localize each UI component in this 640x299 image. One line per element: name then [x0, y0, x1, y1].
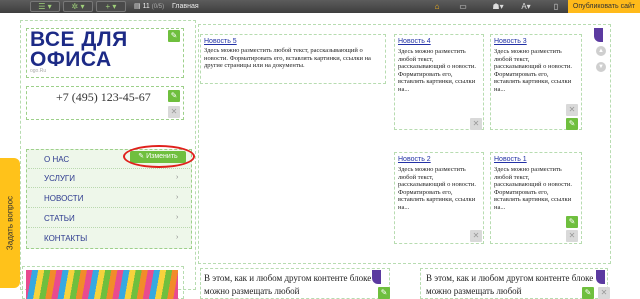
news1-delete-icon[interactable]: ✕: [566, 230, 578, 242]
ask-question-label: Задать вопрос: [5, 195, 15, 251]
news-edit-pencil-icon[interactable]: ✎: [566, 118, 578, 130]
phone-delete-icon[interactable]: ✕: [168, 106, 180, 118]
news-title[interactable]: Новость 2: [398, 156, 431, 163]
page-icon: ▤: [134, 3, 143, 10]
font-icon[interactable]: A▾: [518, 1, 534, 12]
menu-button[interactable]: ☰ ▾: [30, 1, 60, 12]
users-icon[interactable]: ☗▾: [490, 1, 506, 12]
content-edit-pencil-icon[interactable]: ✎: [378, 287, 390, 299]
menu-divider: [28, 187, 190, 188]
logo-line-1: ВСЕ ДЛЯ: [30, 28, 128, 51]
news-title[interactable]: Новость 4: [398, 38, 431, 45]
scroll-down-icon[interactable]: ▼: [596, 62, 606, 72]
news-text: Здесь можно разместить любой текст, расс…: [494, 48, 572, 93]
top-toolbar: ☰ ▾ ✲ ▾ + ▾ ▤ 11 (0/5) Главная ⌂ ▭ ☗▾ A▾…: [0, 0, 640, 13]
menu-divider: [28, 227, 190, 228]
content-delete-icon[interactable]: ✕: [598, 287, 610, 299]
monitor-icon[interactable]: ▭: [455, 1, 471, 12]
scroll-up-icon[interactable]: ▲: [596, 46, 606, 56]
news-title[interactable]: Новость 5: [204, 38, 237, 45]
block-marker: [372, 270, 381, 284]
news-text: Здесь можно разместить любой текст, расс…: [494, 166, 572, 211]
add-button[interactable]: + ▾: [96, 1, 126, 12]
pencils-image: [26, 270, 178, 299]
menu-divider: [28, 207, 190, 208]
page-name[interactable]: Главная: [172, 1, 199, 12]
news-title[interactable]: Новость 1: [494, 156, 527, 163]
menu-item-about[interactable]: О НАС: [44, 155, 69, 164]
logo-edit-pencil-icon[interactable]: ✎: [168, 30, 180, 42]
news-edit-pencil-icon[interactable]: ✎: [566, 216, 578, 228]
site-logo: ВСЕ ДЛЯ ОФИСА: [30, 28, 128, 71]
content-text-right: В этом, как и любом другом контенте блок…: [426, 273, 594, 296]
news-text: Здесь можно разместить любой текст, расс…: [204, 47, 371, 70]
logo-line-2: ОФИСА: [30, 48, 112, 71]
content-edit-pencil-icon[interactable]: ✎: [582, 287, 594, 299]
menu-item-news[interactable]: НОВОСТИ: [44, 194, 83, 203]
menu-item-services[interactable]: УСЛУГИ: [44, 174, 75, 183]
chevron-right-icon: ›: [176, 174, 179, 181]
block-marker: [596, 270, 605, 284]
news-text: Здесь можно разместить любой текст, расс…: [398, 166, 476, 211]
chevron-right-icon: ›: [176, 234, 179, 241]
settings-button[interactable]: ✲ ▾: [63, 1, 93, 12]
plus-icon: + ▾: [105, 2, 117, 11]
news-text: Здесь можно разместить любой текст, расс…: [398, 48, 476, 93]
publish-button[interactable]: Опубликовать сайт: [568, 0, 640, 13]
document-icon[interactable]: ▯: [548, 1, 564, 12]
page-indicator[interactable]: ▤ 11 (0/5): [134, 1, 164, 13]
content-text-left: В этом, как и любом другом контенте блок…: [204, 273, 372, 296]
logo-caption: ogo.Ru: [30, 68, 47, 74]
ask-question-tab[interactable]: Задать вопрос: [0, 158, 20, 288]
page-count: (0/5): [151, 4, 165, 10]
menu-item-contacts[interactable]: КОНТАКТЫ: [44, 234, 87, 243]
gear-icon: ✲ ▾: [71, 2, 85, 11]
page-number: 11: [142, 3, 150, 10]
menu-divider: [28, 168, 190, 169]
phone-number: +7 (495) 123-45-67: [56, 90, 151, 104]
highlight-circle: [123, 145, 195, 168]
menu-item-articles[interactable]: СТАТЬИ: [44, 214, 75, 223]
list-icon: ☰ ▾: [38, 2, 52, 11]
news3-delete-icon[interactable]: ✕: [566, 104, 578, 116]
chevron-right-icon: ›: [176, 194, 179, 201]
phone-edit-pencil-icon[interactable]: ✎: [168, 90, 180, 102]
chevron-right-icon: ›: [176, 214, 179, 221]
news-title[interactable]: Новость 3: [494, 38, 527, 45]
news2-delete-icon[interactable]: ✕: [470, 230, 482, 242]
news4-delete-icon[interactable]: ✕: [470, 118, 482, 130]
home-icon[interactable]: ⌂: [429, 1, 445, 12]
block-marker: [594, 28, 603, 42]
